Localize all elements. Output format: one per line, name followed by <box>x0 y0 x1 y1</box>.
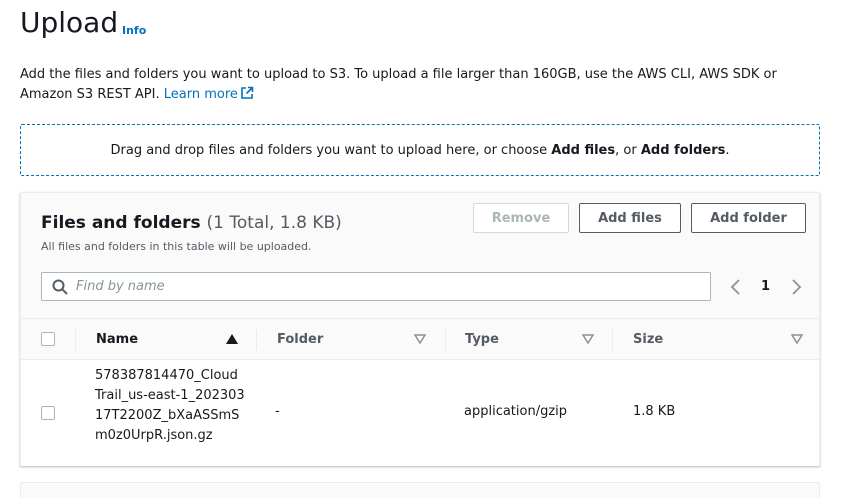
column-divider <box>612 330 613 350</box>
external-link-icon <box>240 86 254 107</box>
search-icon <box>52 279 68 295</box>
column-header-folder[interactable]: Folder <box>277 332 323 347</box>
chevron-left-icon[interactable] <box>729 278 743 296</box>
add-files-button[interactable]: Add files <box>579 203 681 233</box>
search-input[interactable] <box>76 279 676 294</box>
search-box <box>41 272 711 301</box>
column-header-name[interactable]: Name <box>96 332 138 347</box>
dropzone-add-files: Add files <box>551 142 616 158</box>
column-header-type[interactable]: Type <box>465 332 499 347</box>
page-number[interactable]: 1 <box>761 279 770 294</box>
dropzone-suffix: . <box>725 142 730 158</box>
panel-title-text: Files and folders <box>41 213 201 233</box>
file-folder: - <box>275 404 280 419</box>
chevron-right-icon[interactable] <box>789 278 803 296</box>
select-all-checkbox[interactable] <box>41 332 55 346</box>
row-checkbox[interactable] <box>41 406 55 420</box>
sort-icon[interactable] <box>791 334 803 344</box>
sort-icon[interactable] <box>414 334 426 344</box>
sort-icon[interactable] <box>582 334 594 344</box>
files-and-folders-panel: Files and folders (1 Total, 1.8 KB) All … <box>20 192 820 466</box>
page-description: Add the files and folders you want to up… <box>20 65 830 107</box>
file-type: application/gzip <box>464 404 568 419</box>
panel-title: Files and folders (1 Total, 1.8 KB) <box>41 213 342 233</box>
upload-dropzone[interactable]: Drag and drop files and folders you want… <box>20 124 820 176</box>
dropzone-prefix: Drag and drop files and folders you want… <box>110 142 548 158</box>
table-row[interactable]: 578387814470_CloudTrail_us-east-1_202303… <box>21 360 819 466</box>
info-link[interactable]: Info <box>122 24 146 37</box>
next-panel <box>20 482 820 498</box>
column-header-size[interactable]: Size <box>633 332 663 347</box>
add-folder-button[interactable]: Add folder <box>691 203 806 233</box>
page-title: Upload <box>20 6 119 39</box>
column-divider <box>75 330 76 350</box>
description-text: Add the files and folders you want to up… <box>20 67 777 102</box>
learn-more-link[interactable]: Learn more <box>163 86 254 102</box>
files-table: Name Folder Type Size 578387814470_Cloud… <box>21 318 819 466</box>
column-divider <box>256 330 257 350</box>
panel-count: (1 Total, 1.8 KB) <box>206 213 342 233</box>
file-name: 578387814470_CloudTrail_us-east-1_202303… <box>95 368 245 443</box>
sort-ascending-icon[interactable] <box>226 334 238 344</box>
column-divider <box>445 330 446 350</box>
panel-subtitle: All files and folders in this table will… <box>41 240 312 253</box>
table-header: Name Folder Type Size <box>21 318 819 360</box>
remove-button[interactable]: Remove <box>473 203 569 233</box>
file-size: 1.8 KB <box>633 404 676 419</box>
learn-more-label: Learn more <box>163 87 238 102</box>
dropzone-add-folders: Add folders <box>640 142 726 158</box>
dropzone-middle: , or <box>615 142 637 158</box>
